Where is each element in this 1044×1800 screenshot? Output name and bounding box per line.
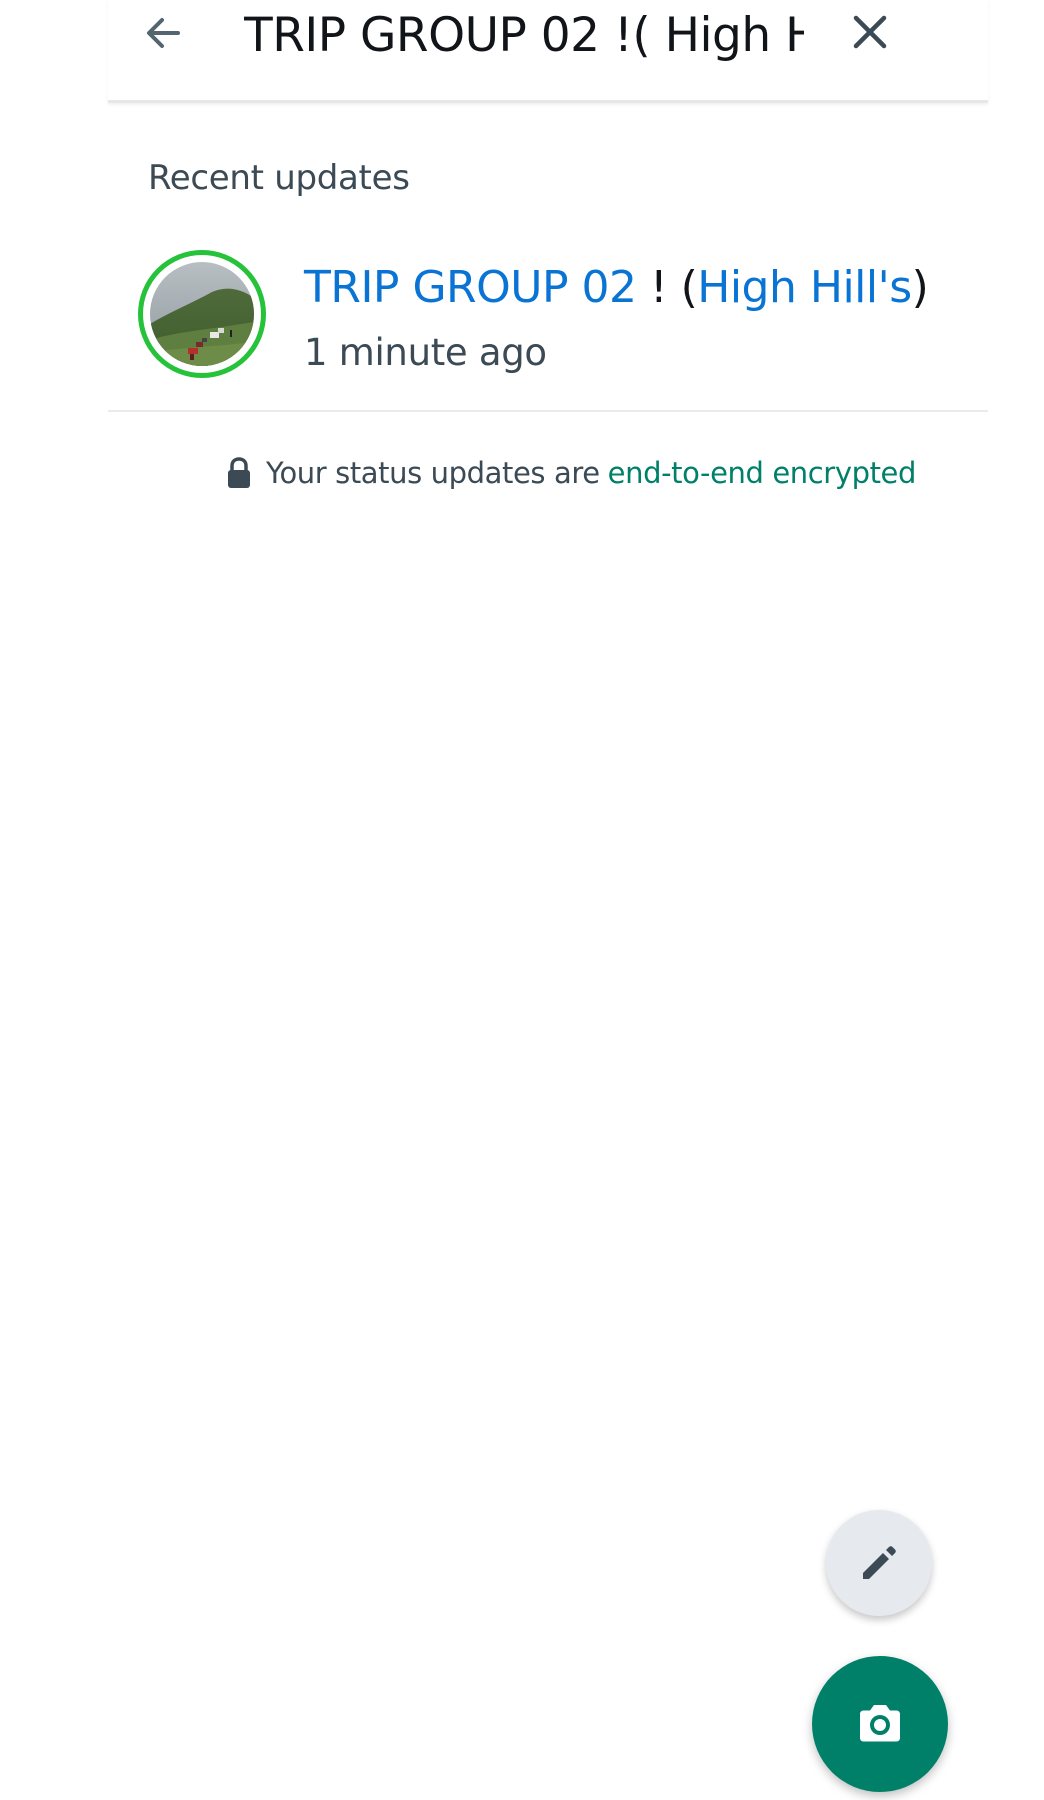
close-icon [853,15,887,49]
back-button[interactable] [138,8,188,58]
divider [108,410,988,412]
close-button[interactable] [846,8,894,56]
status-name-part: ! ( [636,262,698,313]
status-ring [138,250,266,378]
status-contact-name: TRIP GROUP 02 ! (High Hill's) [304,258,929,318]
status-list-item[interactable]: TRIP GROUP 02 ! (High Hill's) 1 minute a… [108,236,988,410]
encryption-link[interactable]: end-to-end encrypted [608,456,917,490]
avatar [150,262,254,366]
camera-icon [860,1705,900,1742]
status-name-part: High Hill's [697,262,912,313]
hill-landscape-photo [150,262,254,366]
pencil-icon [863,1546,896,1579]
lock-icon [228,457,250,488]
status-name-part: ) [911,262,929,313]
status-screen: TRIP GROUP 02 !( High Hill's Recent upda… [0,0,1044,1800]
arrow-left-icon [147,18,180,48]
encryption-text: Your status updates are [266,456,600,490]
text-status-button[interactable] [826,1510,932,1616]
encryption-notice: Your status updates are end-to-end encry… [226,448,916,498]
status-timestamp: 1 minute ago [304,331,547,374]
top-bar: TRIP GROUP 02 !( High Hill's [108,0,988,103]
camera-status-button[interactable] [812,1656,948,1792]
recent-updates-label: Recent updates [148,158,410,198]
status-name-part: TRIP GROUP 02 [304,262,637,313]
page-title: TRIP GROUP 02 !( High Hill's [244,8,804,63]
